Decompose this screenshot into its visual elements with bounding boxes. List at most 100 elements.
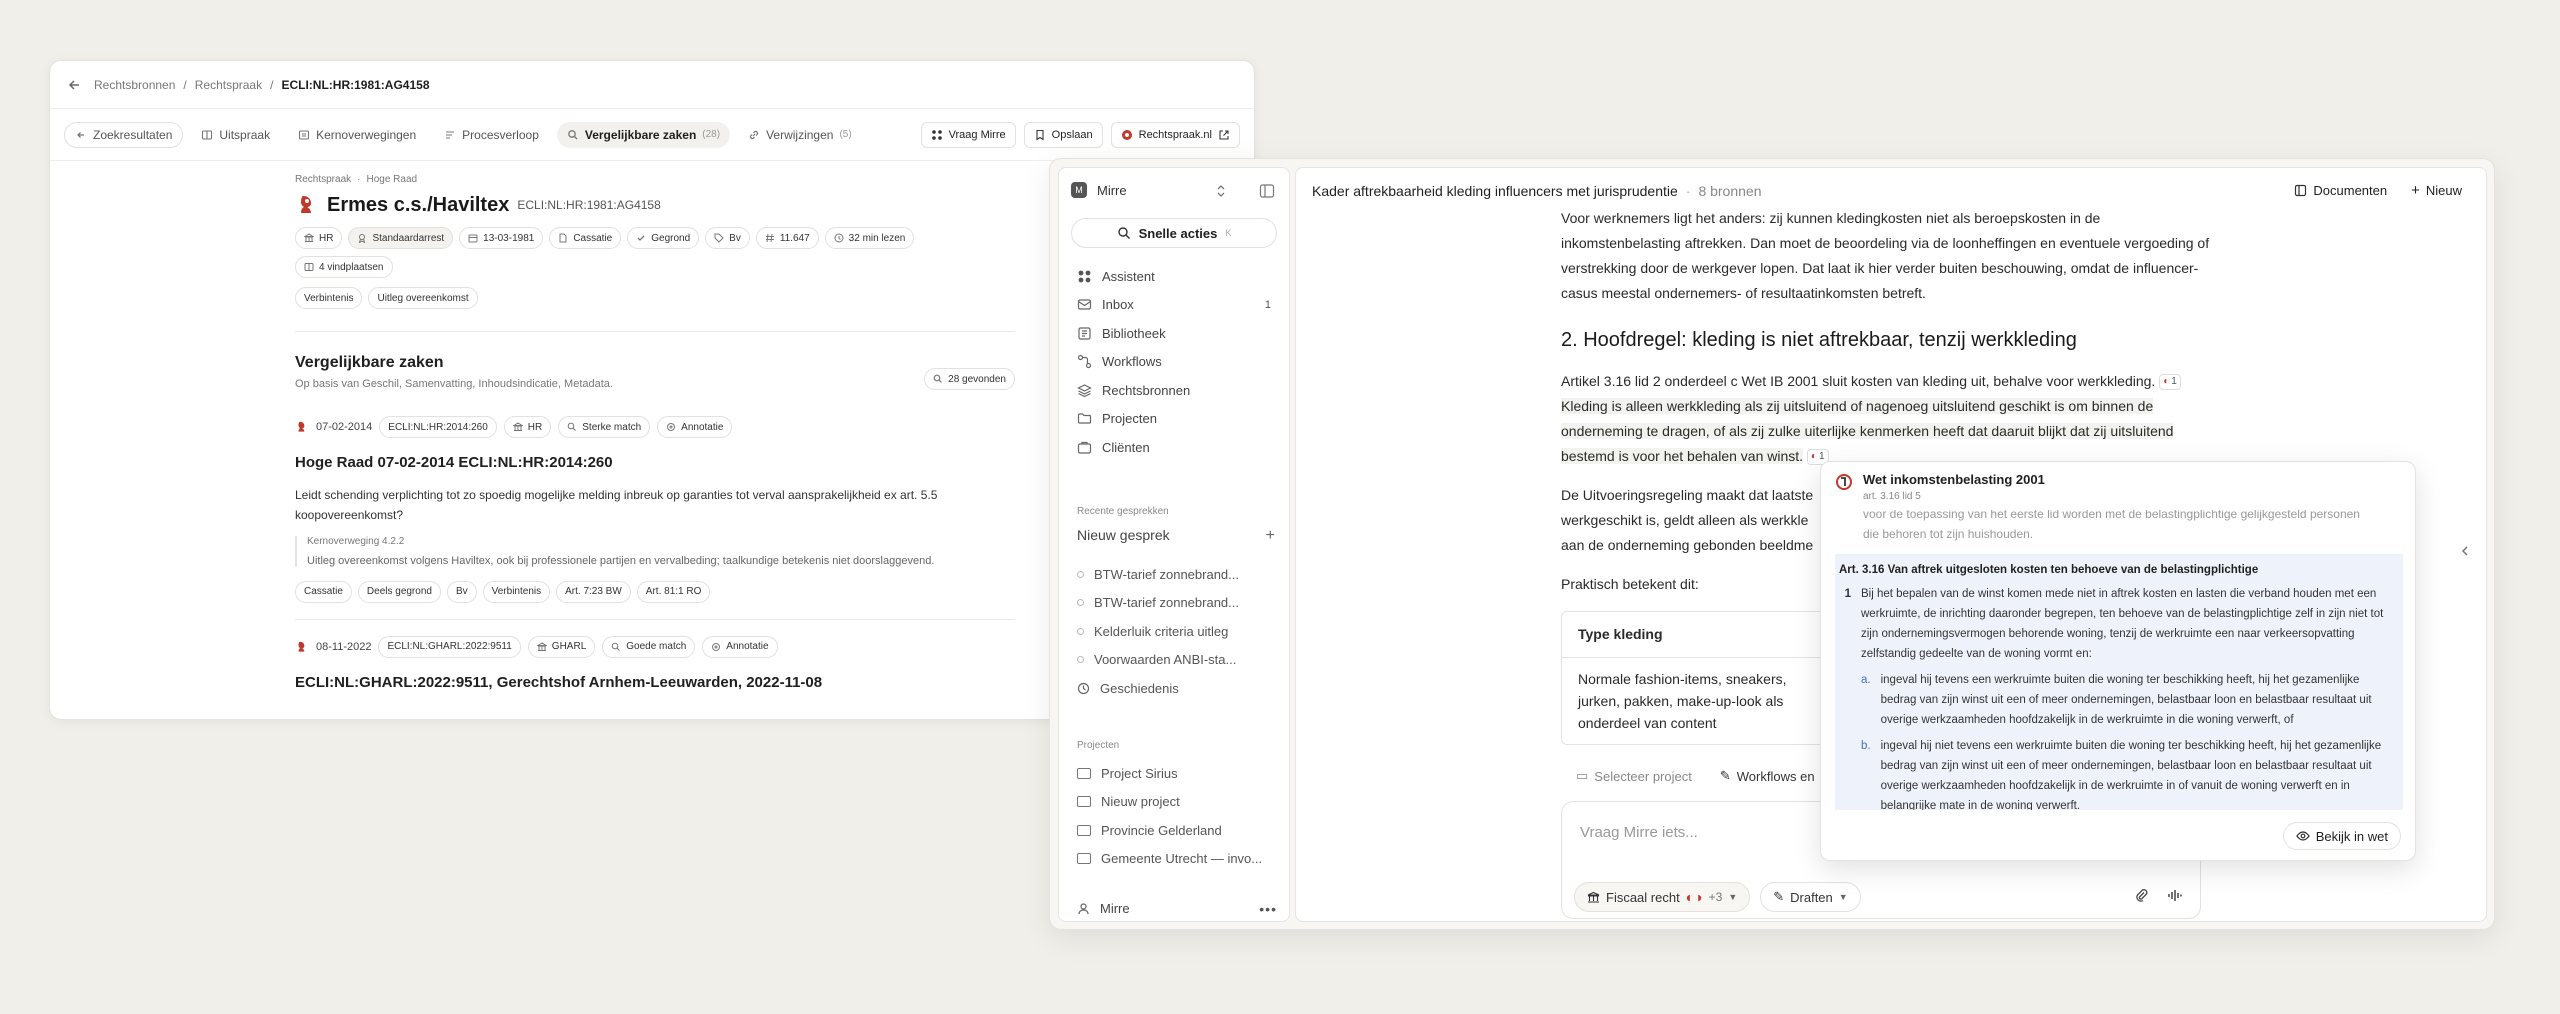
tab-kernoverwegingen[interactable]: Kernoverwegingen [288, 122, 426, 148]
sidebar-item-bibliotheek[interactable]: Bibliotheek [1067, 319, 1283, 348]
citation-badge[interactable]: ◐ 1 [2159, 374, 2181, 391]
new-conversation-button[interactable]: Nieuw gesprek + [1077, 527, 1275, 545]
crumb-item[interactable]: Hoge Raad [366, 174, 417, 185]
breadcrumb-item[interactable]: Rechtspraak [195, 78, 262, 92]
sidebar-item-assistent[interactable]: Assistent [1067, 262, 1283, 291]
recent-conversation-item[interactable]: Voorwaarden ANBI-sta... [1077, 646, 1277, 675]
bank-icon [512, 422, 523, 431]
chat-title: Kader aftrekbaarheid kleding influencers… [1312, 183, 1678, 199]
result-annotation-chip: Annotatie [702, 635, 778, 658]
sidebar-item-workflows[interactable]: Workflows [1067, 348, 1283, 377]
composer-options: ▭ Selecteer project ✎ Workflows en [1576, 768, 1815, 784]
workflows-button[interactable]: ✎ Workflows en [1720, 768, 1815, 784]
tab-label: Procesverloop [462, 127, 539, 142]
project-item[interactable]: Nieuw project [1077, 788, 1277, 817]
save-button[interactable]: Opslaan [1023, 122, 1103, 148]
more-icon[interactable]: ••• [1259, 901, 1277, 917]
tab-vergelijkbare-zaken[interactable]: Vergelijkbare zaken (28) [556, 121, 731, 148]
project-item[interactable]: Gemeente Utrecht — invo... [1077, 845, 1277, 874]
tab-uitspraak[interactable]: Uitspraak [191, 122, 280, 148]
tag-chip: Art. 81:1 RO [636, 580, 711, 603]
more-sources-count: +3 [1708, 890, 1723, 904]
workspace-switcher[interactable]: M Mirre [1071, 182, 1127, 198]
mode-selector[interactable]: ✎ Draften ▼ [1760, 882, 1861, 912]
mirre-logo-icon: M [1071, 182, 1087, 198]
select-project-button[interactable]: ▭ Selecteer project [1576, 768, 1692, 784]
tag-chip[interactable]: Uitleg overeenkomst [368, 287, 478, 309]
sidebar-item-label: Projecten [1102, 411, 1157, 427]
divider [295, 331, 1015, 332]
sidebar-item-rechtsbronnen[interactable]: Rechtsbronnen [1067, 376, 1283, 405]
save-label: Opslaan [1051, 129, 1093, 141]
composer-input[interactable]: Vraag Mirre iets... [1580, 824, 1698, 841]
chip-label: 11.647 [779, 232, 810, 244]
recent-conversation-item[interactable]: BTW-tarief zonnebrand... [1077, 589, 1277, 618]
documents-button[interactable]: Documenten [2294, 182, 2387, 199]
shortcut-hint: K [1225, 228, 1232, 238]
chevron-down-icon: ▼ [1838, 892, 1848, 902]
answer-paragraph: Artikel 3.16 lid 2 onderdeel c Wet IB 20… [1561, 369, 2221, 469]
sidebar-item-inbox[interactable]: Inbox 1 [1067, 291, 1283, 320]
answer-sentence: werkgeschikt is, geldt alleen als werkkl… [1561, 512, 1809, 528]
view-in-law-button[interactable]: Bekijk in wet [2282, 822, 2401, 850]
chip-court: HR [295, 227, 343, 249]
rechtspraak-link-button[interactable]: Rechtspraak.nl [1110, 122, 1240, 148]
tab-procesverloop[interactable]: Procesverloop [434, 122, 549, 148]
chip-label: GHARL [551, 641, 587, 653]
sidebar-item-projecten[interactable]: Projecten [1067, 405, 1283, 434]
tag-chip[interactable]: Verbintenis [295, 287, 363, 309]
result-card[interactable]: 07-02-2014 ECLI:NL:HR:2014:260 HR Sterke… [295, 416, 1015, 603]
highlighted-sentence[interactable]: Kleding is alleen werkkleding als zij ui… [1561, 398, 2174, 464]
ask-mirre-button[interactable]: Vraag Mirre [920, 122, 1016, 148]
back-to-results-button[interactable]: Zoekresultaten [64, 121, 184, 148]
found-count-badge[interactable]: 28 gevonden [924, 368, 1015, 390]
search-icon [567, 422, 577, 431]
new-chat-button[interactable]: + Nieuw [2411, 182, 2462, 199]
new-label: Nieuw [2425, 183, 2462, 198]
recent-conversation-item[interactable]: BTW-tarief zonnebrand... [1077, 560, 1277, 589]
paperclip-icon[interactable] [2134, 888, 2149, 903]
history-link[interactable]: Geschiedenis [1077, 674, 1277, 703]
result-ecli-chip: ECLI:NL:GHARL:2022:9511 [378, 635, 521, 658]
chip-label: Sterke match [582, 421, 642, 433]
result-title[interactable]: ECLI:NL:GHARL:2022:9511, Gerechtshof Arn… [295, 674, 1015, 691]
result-annotation-chip: Annotatie [657, 416, 733, 438]
sidebar-item-clienten[interactable]: Cliënten [1067, 433, 1283, 462]
sidebar: M Mirre Snelle acties K Assistent Inbox … [1058, 167, 1290, 922]
result-card[interactable]: 08-11-2022 ECLI:NL:GHARL:2022:9511 GHARL… [295, 635, 1015, 691]
chevron-down-icon: ▼ [1728, 892, 1738, 902]
plus-icon: + [1265, 527, 1275, 544]
chip-label: 32 min lezen [848, 232, 906, 244]
grid-icon [931, 130, 942, 140]
crumb-item[interactable]: Rechtspraak [295, 174, 351, 185]
history-label: Geschiedenis [1100, 680, 1179, 696]
inbox-count-badge: 1 [1264, 298, 1271, 311]
quick-actions-button[interactable]: Snelle acties K [1071, 218, 1277, 248]
chevron-updown-icon[interactable] [1215, 184, 1227, 198]
sidebar-toggle-icon[interactable] [1259, 183, 1275, 199]
project-item[interactable]: Project Sirius [1077, 759, 1277, 788]
popover-body: voor de toepassing van het eerste lid wo… [1835, 510, 2403, 810]
item-number: 1 [1844, 588, 1851, 600]
workspace-name: Mirre [1097, 182, 1127, 198]
section-subtitle: Op basis van Geschil, Samenvatting, Inho… [295, 378, 613, 390]
clock-icon [834, 233, 844, 243]
voice-icon[interactable] [2167, 888, 2182, 903]
domain-selector[interactable]: Fiscaal recht ◐◑ +3 ▼ [1574, 882, 1751, 912]
ask-mirre-label: Vraag Mirre [948, 129, 1006, 141]
divider [295, 618, 1015, 620]
arrow-left-icon[interactable] [66, 76, 84, 94]
tab-verwijzingen[interactable]: Verwijzingen (5) [738, 122, 862, 148]
answer-sentence: Artikel 3.16 lid 2 onderdeel c Wet IB 20… [1561, 373, 2156, 389]
user-menu[interactable]: Mirre ••• [1077, 901, 1277, 917]
domain-label: Fiscaal recht [1606, 889, 1680, 905]
breadcrumb-item[interactable]: Rechtsbronnen [94, 78, 175, 92]
result-title[interactable]: Hoge Raad 07-02-2014 ECLI:NL:HR:2014:260 [295, 454, 1015, 471]
timeline-icon [446, 130, 455, 139]
chip-vindplaatsen[interactable]: 4 vindplaatsen [295, 256, 393, 278]
sources-count[interactable]: 8 bronnen [1698, 183, 1761, 199]
project-item[interactable]: Provincie Gelderland [1077, 816, 1277, 845]
chevron-left-icon[interactable] [2458, 544, 2472, 558]
recent-conversation-item[interactable]: Kelderluik criteria uitleg [1077, 617, 1277, 646]
annotation-icon [667, 423, 676, 431]
